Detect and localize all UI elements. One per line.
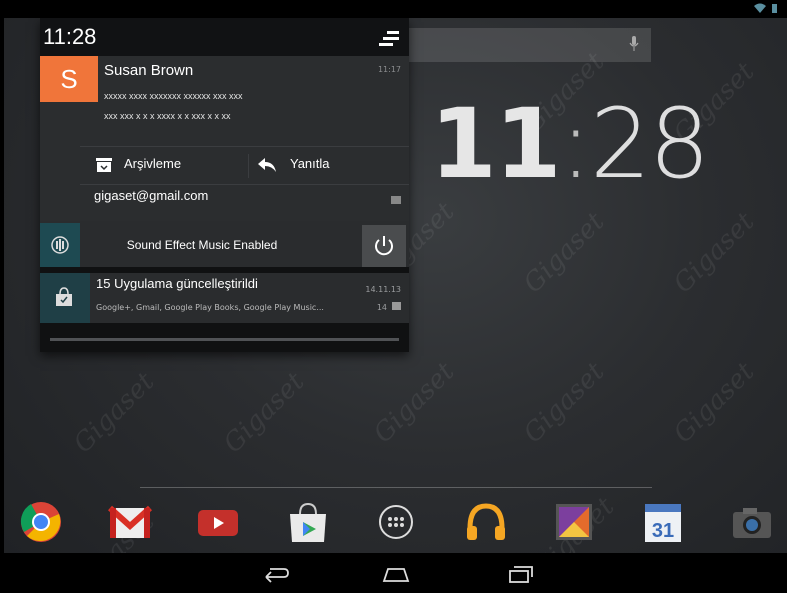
watermark: Gigaset	[218, 366, 311, 460]
navigation-bar	[0, 553, 787, 593]
dock-divider	[140, 487, 652, 488]
divider	[248, 154, 249, 178]
watermark: Gigaset	[518, 356, 611, 450]
play-store-icon[interactable]	[286, 500, 330, 544]
reply-icon	[258, 158, 276, 175]
watermark: Gigaset	[668, 206, 761, 300]
search-bar[interactable]	[405, 28, 651, 62]
shade-clock: 11:28	[43, 24, 97, 49]
play-store-small-icon	[392, 302, 401, 310]
quick-settings-icon[interactable]	[379, 28, 401, 48]
email-time: 11:17	[377, 65, 401, 74]
app-drawer-icon[interactable]	[374, 500, 418, 544]
chrome-icon[interactable]	[19, 500, 63, 544]
email-account: gigaset@gmail.com	[94, 188, 209, 203]
shade-drag-handle[interactable]	[50, 338, 399, 341]
divider	[80, 146, 409, 147]
gmail-small-icon	[391, 196, 401, 204]
email-notification[interactable]: S Susan Brown 11:17 xxxxx xxxx xxxxxxx x…	[40, 56, 409, 228]
home-clock[interactable]: 11:28	[430, 96, 710, 192]
gallery-icon[interactable]	[552, 500, 596, 544]
home-icon[interactable]	[378, 561, 414, 587]
updates-title: 15 Uygulama güncelleştirildi	[96, 276, 258, 291]
email-sender: Susan Brown	[104, 62, 194, 79]
calendar-icon[interactable]: 31	[641, 500, 685, 544]
status-bar	[0, 0, 787, 18]
sound-status-text: Sound Effect Music Enabled	[126, 238, 278, 252]
divider	[80, 184, 409, 185]
camera-icon[interactable]	[730, 500, 774, 544]
updates-notification[interactable]: 15 Uygulama güncelleştirildi Google+, Gm…	[40, 273, 409, 323]
email-preview-line: xxx xxx x x x xxxx x x xxx x x xx	[104, 111, 231, 121]
mic-icon[interactable]	[629, 36, 639, 52]
wifi-icon	[753, 3, 770, 16]
sound-notification[interactable]: Sound Effect Music Enabled	[40, 221, 409, 267]
gmail-icon[interactable]	[107, 500, 153, 544]
watermark: Gigaset	[518, 206, 611, 300]
shade-header: 11:28	[40, 18, 409, 56]
svg-text:31: 31	[652, 520, 674, 542]
updates-subtitle: Google+, Gmail, Google Play Books, Googl…	[96, 303, 324, 312]
youtube-icon[interactable]	[196, 500, 240, 544]
back-icon[interactable]	[256, 561, 292, 587]
watermark: Gigaset	[68, 366, 161, 460]
play-music-icon[interactable]	[464, 500, 508, 544]
updates-icon	[40, 273, 90, 323]
archive-icon	[96, 158, 112, 175]
avatar: S	[40, 56, 98, 102]
power-button[interactable]	[362, 225, 406, 267]
notification-shade: 11:28 S Susan Brown 11:17 xxxxx xxxx xxx…	[40, 18, 409, 352]
updates-count: 14	[376, 303, 387, 312]
watermark: Gigaset	[368, 356, 461, 450]
email-preview-line: xxxxx xxxx xxxxxxx xxxxxx xxx xxx	[104, 91, 243, 101]
updates-date: 14.11.13	[365, 285, 401, 294]
power-icon	[375, 236, 393, 256]
battery-icon	[772, 3, 777, 16]
watermark: Gigaset	[668, 356, 761, 450]
recents-icon[interactable]	[502, 561, 538, 587]
